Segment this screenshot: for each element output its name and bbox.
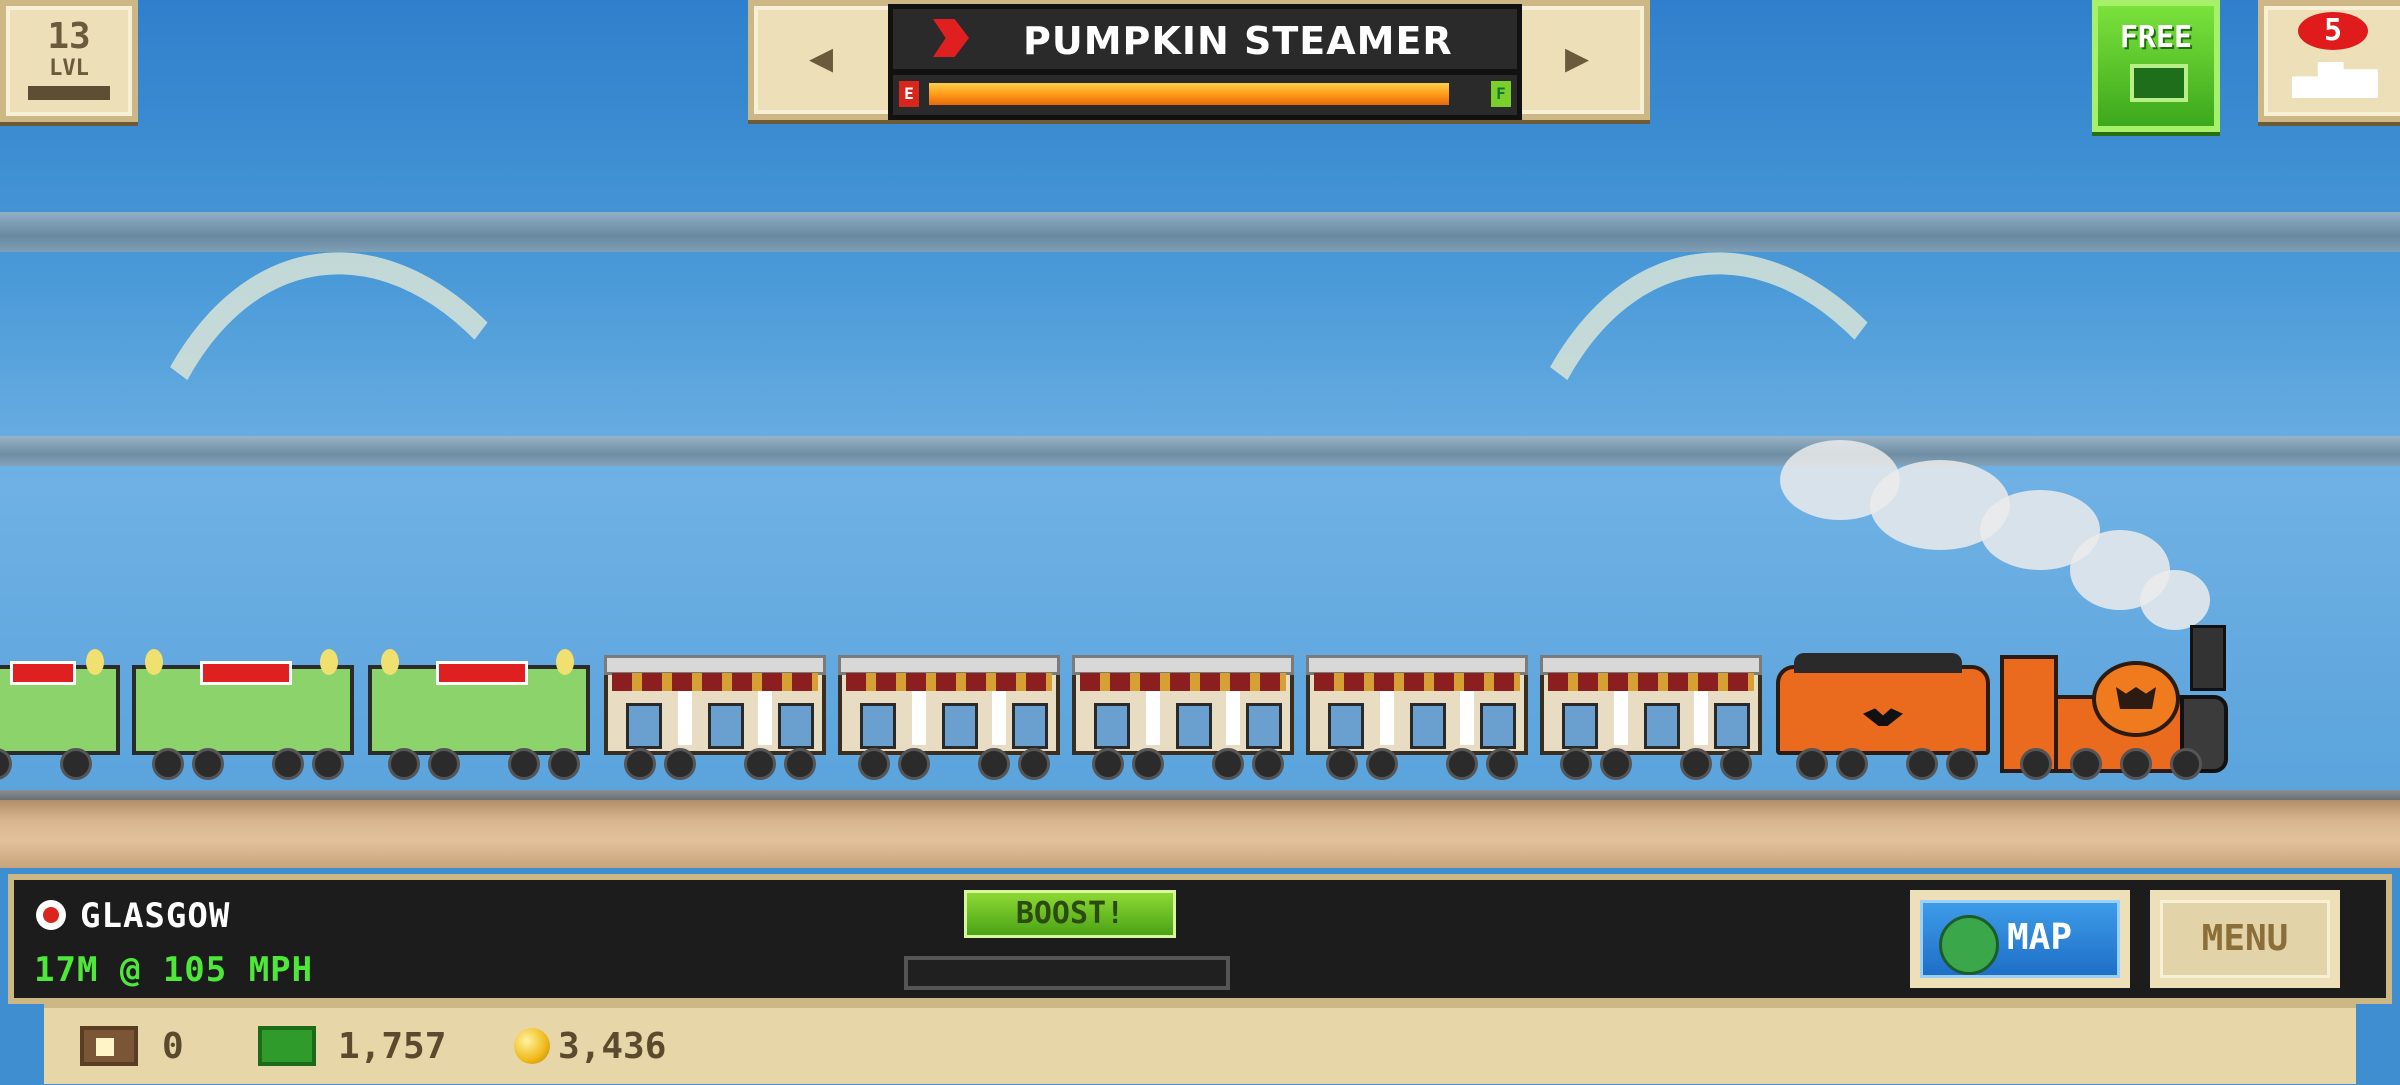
train-title: PUMPKIN STEAMER (1023, 19, 1453, 63)
train-car-coach[interactable] (838, 655, 1060, 780)
level-badge[interactable]: 13 LVL (0, 0, 138, 122)
ticket-icon (80, 1026, 138, 1066)
train-car-coach[interactable] (1540, 655, 1762, 780)
train-icon (2292, 62, 2378, 98)
smokestack (2190, 625, 2226, 691)
currency-bar: 0 1,757 3,436 (44, 1004, 2356, 1084)
train-car-party[interactable] (368, 649, 590, 780)
smoke-puff (2140, 570, 2210, 630)
free-label: FREE (2119, 20, 2193, 55)
train-car-coach[interactable] (1306, 655, 1528, 780)
level-number: 13 (47, 16, 91, 57)
tickets-count: 0 (162, 1026, 184, 1067)
menu-label: MENU (2160, 900, 2330, 978)
level-progress-bar (28, 86, 110, 100)
train-title-box: PUMPKIN STEAMER (888, 4, 1522, 74)
bat-icon (1863, 708, 1903, 727)
platform (0, 800, 2400, 868)
map-button[interactable]: MAP (1910, 890, 2130, 988)
distance-speed: 17M @ 105 MPH (34, 950, 314, 990)
cash-icon (2130, 64, 2188, 102)
boost-meter (904, 956, 1230, 990)
coin-icon (514, 1028, 550, 1064)
train-car-coach[interactable] (1072, 655, 1294, 780)
train-tender[interactable] (1776, 653, 1990, 780)
train-type-icon (933, 19, 969, 57)
train-car-party[interactable] (132, 649, 354, 780)
level-label: LVL (49, 56, 89, 81)
trains-notification-button[interactable]: 5 (2258, 0, 2400, 122)
train-car-coach[interactable] (604, 655, 826, 780)
free-reward-button[interactable]: FREE (2092, 0, 2220, 132)
train-car-party[interactable] (0, 649, 120, 780)
fuel-gauge: E F (888, 70, 1522, 120)
bottom-hud: GLASGOW 17M @ 105 MPH BOOST! MAP MENU (8, 874, 2392, 1004)
station-name: GLASGOW (80, 896, 231, 936)
map-label: MAP (2007, 917, 2073, 958)
fuel-empty-label: E (899, 81, 919, 107)
station-icon (36, 900, 66, 930)
fuel-level-fill (929, 83, 1449, 105)
station-roof-beam-top (0, 212, 2400, 252)
coins-count: 3,436 (558, 1026, 667, 1067)
notification-badge: 5 (2298, 12, 2368, 50)
cash-icon (258, 1026, 316, 1066)
globe-icon (1939, 915, 1999, 975)
boost-button[interactable]: BOOST! (964, 890, 1176, 938)
next-train-button[interactable]: ▶ (1522, 20, 1632, 96)
fuel-full-label: F (1491, 81, 1511, 107)
cash-count: 1,757 (338, 1026, 447, 1067)
pumpkin-steamer-engine[interactable] (2000, 625, 2230, 780)
pumpkin-face-icon (2092, 661, 2180, 737)
menu-button[interactable]: MENU (2150, 890, 2340, 988)
prev-train-button[interactable]: ◀ (766, 20, 876, 96)
